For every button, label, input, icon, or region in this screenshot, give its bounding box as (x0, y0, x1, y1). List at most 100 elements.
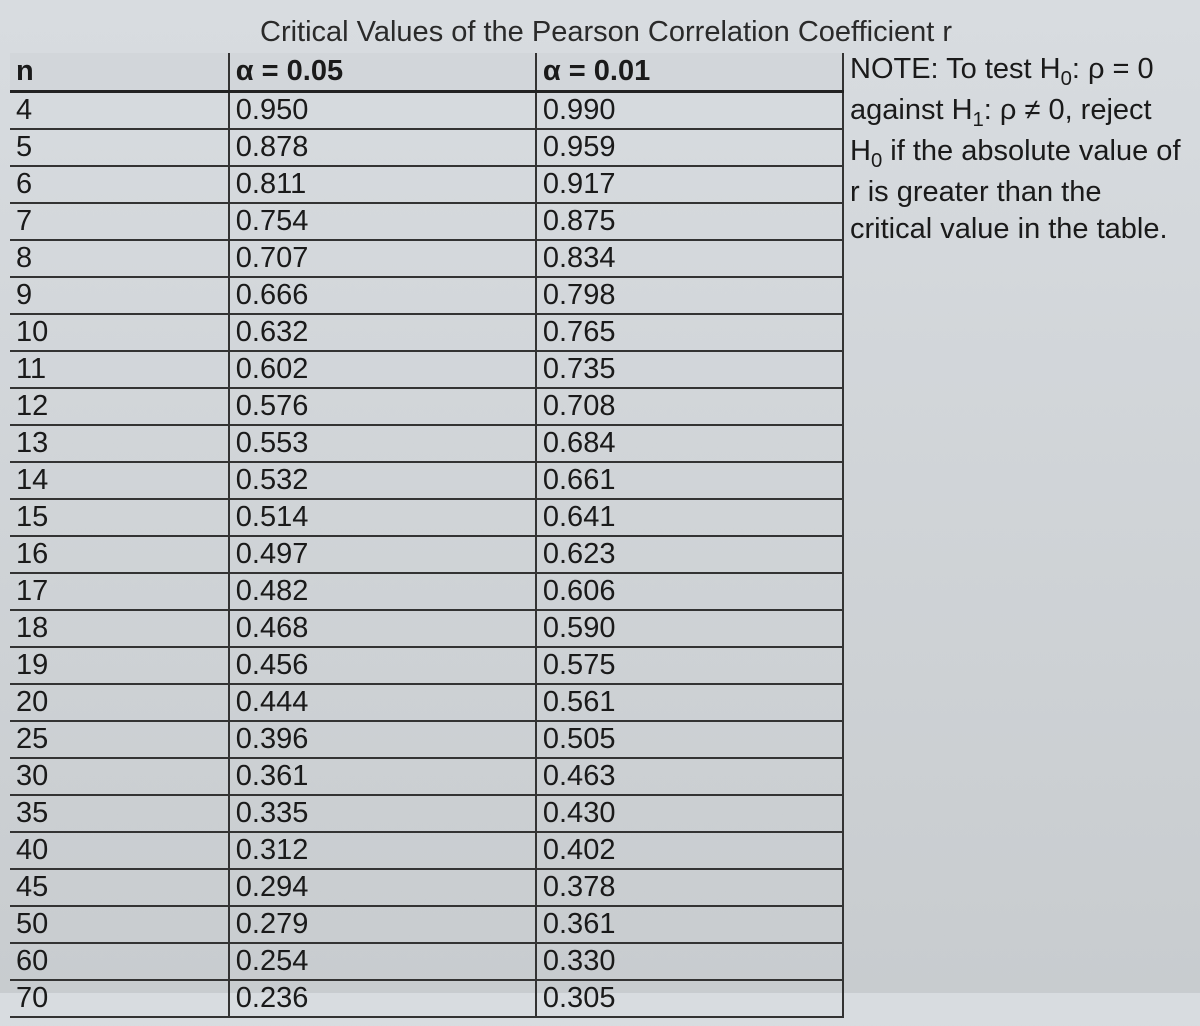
cell-alpha-01: 0.917 (536, 166, 843, 203)
header-alpha-01: α = 0.01 (536, 53, 843, 92)
cell-n: 16 (10, 536, 229, 573)
cell-alpha-05: 0.811 (229, 166, 536, 203)
cell-alpha-05: 0.602 (229, 351, 536, 388)
table-row: 400.3120.402 (10, 832, 843, 869)
table-row: 50.8780.959 (10, 129, 843, 166)
cell-alpha-01: 0.330 (536, 943, 843, 980)
cell-alpha-01: 0.606 (536, 573, 843, 610)
cell-alpha-01: 0.765 (536, 314, 843, 351)
cell-alpha-01: 0.463 (536, 758, 843, 795)
cell-alpha-01: 0.641 (536, 499, 843, 536)
cell-n: 10 (10, 314, 229, 351)
table-row: 300.3610.463 (10, 758, 843, 795)
critical-values-table: n α = 0.05 α = 0.01 40.9500.99050.8780.9… (10, 53, 844, 1018)
cell-n: 40 (10, 832, 229, 869)
table-row: 600.2540.330 (10, 943, 843, 980)
cell-alpha-05: 0.482 (229, 573, 536, 610)
cell-n: 9 (10, 277, 229, 314)
table-row: 40.9500.990 (10, 92, 843, 130)
table-row: 130.5530.684 (10, 425, 843, 462)
cell-alpha-01: 0.623 (536, 536, 843, 573)
cell-alpha-01: 0.402 (536, 832, 843, 869)
cell-alpha-01: 0.684 (536, 425, 843, 462)
cell-alpha-01: 0.305 (536, 980, 843, 1017)
cell-alpha-05: 0.444 (229, 684, 536, 721)
cell-n: 8 (10, 240, 229, 277)
cell-n: 20 (10, 684, 229, 721)
cell-n: 12 (10, 388, 229, 425)
table-row: 700.2360.305 (10, 980, 843, 1017)
table-row: 100.6320.765 (10, 314, 843, 351)
table-row: 110.6020.735 (10, 351, 843, 388)
cell-alpha-05: 0.497 (229, 536, 536, 573)
cell-n: 18 (10, 610, 229, 647)
cell-n: 6 (10, 166, 229, 203)
cell-alpha-01: 0.661 (536, 462, 843, 499)
table-row: 180.4680.590 (10, 610, 843, 647)
cell-n: 30 (10, 758, 229, 795)
cell-alpha-05: 0.236 (229, 980, 536, 1017)
cell-alpha-01: 0.708 (536, 388, 843, 425)
cell-alpha-01: 0.575 (536, 647, 843, 684)
cell-alpha-01: 0.430 (536, 795, 843, 832)
page-title: Critical Values of the Pearson Correlati… (260, 16, 1190, 49)
table-header-row: n α = 0.05 α = 0.01 (10, 53, 843, 92)
cell-alpha-05: 0.576 (229, 388, 536, 425)
cell-alpha-05: 0.396 (229, 721, 536, 758)
table-row: 80.7070.834 (10, 240, 843, 277)
table-row: 160.4970.623 (10, 536, 843, 573)
cell-alpha-01: 0.834 (536, 240, 843, 277)
cell-alpha-05: 0.294 (229, 869, 536, 906)
cell-n: 4 (10, 92, 229, 130)
table-row: 70.7540.875 (10, 203, 843, 240)
table-row: 350.3350.430 (10, 795, 843, 832)
cell-n: 35 (10, 795, 229, 832)
table-row: 140.5320.661 (10, 462, 843, 499)
note-text: NOTE: To test H0: ρ = 0 against H1: ρ ≠ … (850, 51, 1190, 247)
cell-alpha-05: 0.754 (229, 203, 536, 240)
cell-alpha-05: 0.468 (229, 610, 536, 647)
cell-alpha-05: 0.279 (229, 906, 536, 943)
cell-alpha-05: 0.707 (229, 240, 536, 277)
cell-n: 70 (10, 980, 229, 1017)
cell-n: 15 (10, 499, 229, 536)
cell-alpha-01: 0.735 (536, 351, 843, 388)
cell-n: 25 (10, 721, 229, 758)
cell-n: 14 (10, 462, 229, 499)
cell-n: 60 (10, 943, 229, 980)
cell-alpha-01: 0.875 (536, 203, 843, 240)
cell-alpha-05: 0.312 (229, 832, 536, 869)
cell-alpha-01: 0.590 (536, 610, 843, 647)
table-row: 500.2790.361 (10, 906, 843, 943)
cell-alpha-05: 0.666 (229, 277, 536, 314)
cell-n: 50 (10, 906, 229, 943)
cell-alpha-05: 0.632 (229, 314, 536, 351)
cell-alpha-05: 0.514 (229, 499, 536, 536)
table-row: 90.6660.798 (10, 277, 843, 314)
cell-alpha-01: 0.959 (536, 129, 843, 166)
cell-alpha-05: 0.361 (229, 758, 536, 795)
cell-alpha-01: 0.378 (536, 869, 843, 906)
cell-n: 7 (10, 203, 229, 240)
cell-alpha-01: 0.505 (536, 721, 843, 758)
header-alpha-05: α = 0.05 (229, 53, 536, 92)
cell-alpha-01: 0.798 (536, 277, 843, 314)
table-row: 450.2940.378 (10, 869, 843, 906)
table-row: 170.4820.606 (10, 573, 843, 610)
cell-n: 17 (10, 573, 229, 610)
cell-n: 5 (10, 129, 229, 166)
cell-alpha-05: 0.532 (229, 462, 536, 499)
cell-alpha-01: 0.561 (536, 684, 843, 721)
cell-alpha-05: 0.456 (229, 647, 536, 684)
cell-alpha-05: 0.950 (229, 92, 536, 130)
cell-n: 13 (10, 425, 229, 462)
cell-alpha-05: 0.553 (229, 425, 536, 462)
table-row: 200.4440.561 (10, 684, 843, 721)
header-n: n (10, 53, 229, 92)
table-row: 150.5140.641 (10, 499, 843, 536)
cell-n: 11 (10, 351, 229, 388)
cell-n: 19 (10, 647, 229, 684)
table-row: 120.5760.708 (10, 388, 843, 425)
table-row: 250.3960.505 (10, 721, 843, 758)
cell-n: 45 (10, 869, 229, 906)
